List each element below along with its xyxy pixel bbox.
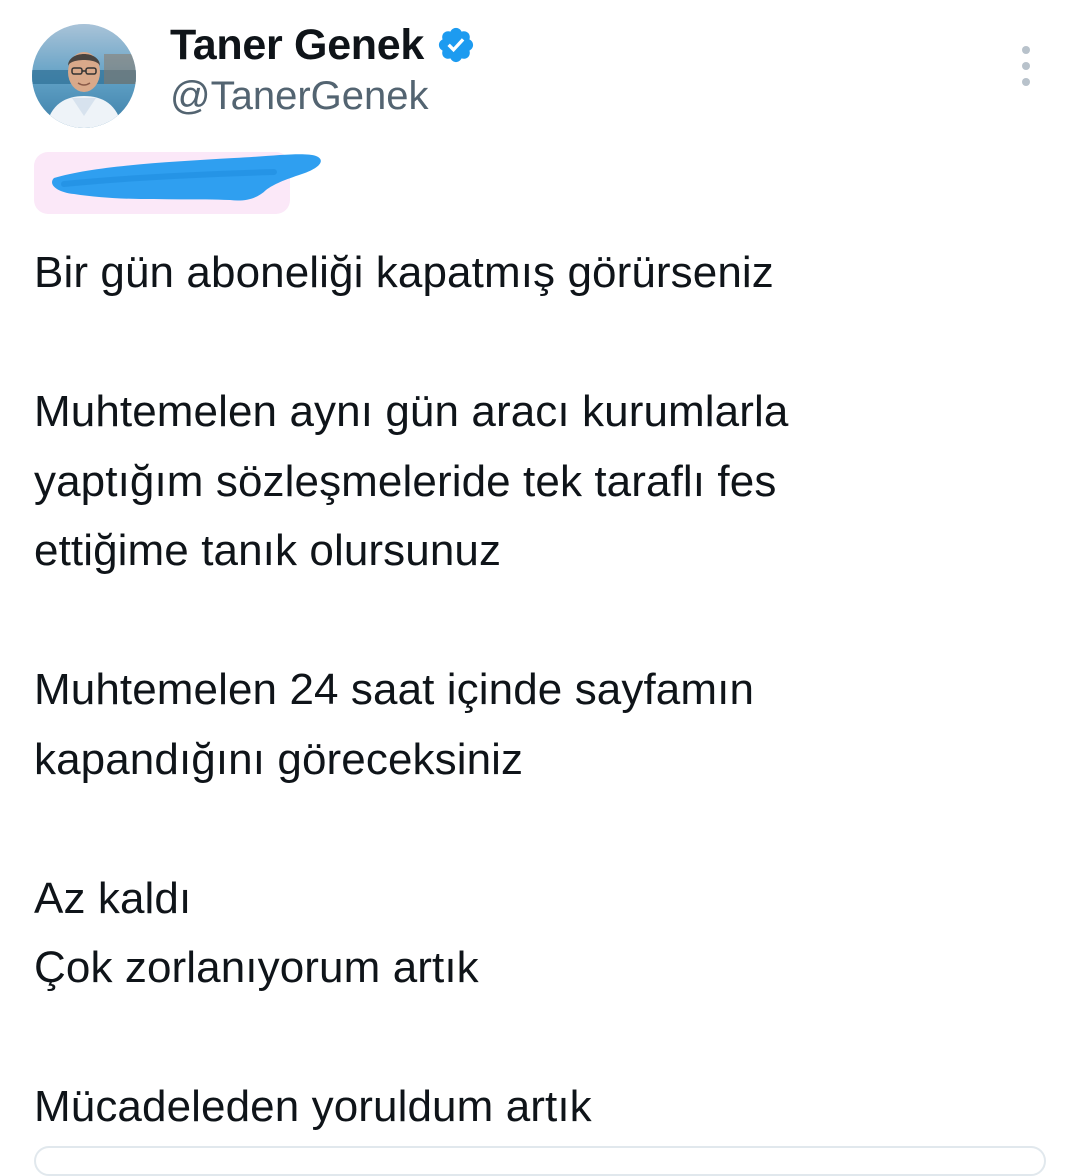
tweet-line: ettiğime tanık olursunuz	[34, 526, 502, 575]
more-options-button[interactable]	[1006, 42, 1046, 90]
redaction-scribble	[34, 144, 326, 218]
tweet-line: Mücadeleden yoruldum artık	[34, 1082, 592, 1131]
display-name[interactable]: Taner Genek	[170, 21, 424, 70]
more-vertical-icon-dot	[1022, 62, 1030, 70]
more-vertical-icon	[1022, 46, 1030, 54]
avatar[interactable]	[32, 24, 136, 128]
tweet-text: Bir gün aboneliği kapatmış görürseniz Muh…	[34, 238, 1054, 1142]
card-border	[34, 1146, 1046, 1176]
verified-badge-icon	[436, 25, 476, 65]
profile-photo	[32, 24, 136, 128]
tweet-line: Muhtemelen 24 saat içinde sayfamın	[34, 665, 755, 714]
tweet-line: Bir gün aboneliği kapatmış görürseniz	[34, 248, 774, 297]
tweet-line: Az kaldı	[34, 873, 192, 923]
tweet-line: yaptığım sözleşmeleride tek taraflı fes	[34, 456, 777, 506]
more-vertical-icon-dot	[1022, 78, 1030, 86]
author-handle[interactable]: @TanerGenek	[170, 74, 429, 119]
tweet-line: Muhtemelen aynı gün aracı kurumlarla	[34, 387, 789, 436]
tweet-line: Çok zorlanıyorum artık	[34, 943, 479, 992]
tweet-line: kapandığını göreceksiniz	[34, 734, 524, 784]
author-name-row[interactable]: Taner Genek	[170, 18, 476, 72]
